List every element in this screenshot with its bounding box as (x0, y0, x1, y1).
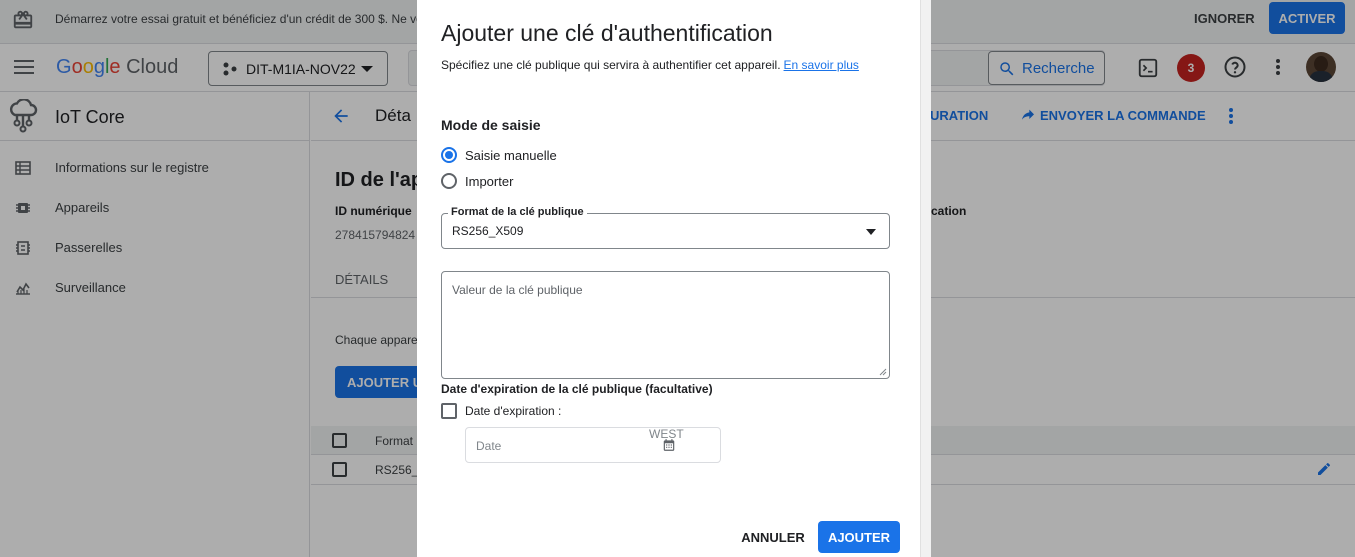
expiration-heading: Date d'expiration de la clé publique (fa… (441, 382, 713, 396)
date-placeholder: Date (476, 439, 502, 453)
learn-more-link[interactable]: En savoir plus (784, 58, 859, 72)
chevron-down-icon (866, 229, 876, 235)
dialog-subtitle: Spécifiez une clé publique qui servira à… (441, 58, 859, 72)
public-key-textarea[interactable]: Valeur de la clé publique (441, 271, 890, 379)
cancel-button[interactable]: ANNULER (727, 522, 819, 552)
radio-import[interactable]: Importer (441, 173, 641, 193)
expiration-date-input[interactable]: Date WEST (465, 427, 721, 463)
public-key-placeholder: Valeur de la clé publique (452, 283, 583, 297)
radio-unselected-icon (441, 173, 457, 189)
dialog-scrollbar[interactable] (920, 0, 931, 557)
expiration-checkbox-label: Date d'expiration : (465, 404, 562, 418)
dialog-title: Ajouter une clé d'authentification (441, 20, 773, 46)
calendar-icon[interactable] (662, 438, 676, 452)
add-button[interactable]: AJOUTER (818, 521, 900, 553)
key-format-value: RS256_X509 (452, 224, 524, 238)
resize-handle-icon[interactable] (879, 368, 887, 376)
expiration-checkbox[interactable] (441, 403, 457, 419)
key-format-legend: Format de la clé publique (448, 206, 587, 218)
input-mode-heading: Mode de saisie (441, 117, 541, 133)
radio-selected-icon (441, 147, 457, 163)
add-auth-key-dialog: Ajouter une clé d'authentification Spéci… (417, 0, 920, 557)
radio-manual-entry[interactable]: Saisie manuelle (441, 147, 641, 167)
radio-manual-label: Saisie manuelle (465, 148, 557, 163)
radio-import-label: Importer (465, 174, 514, 189)
key-format-select[interactable]: Format de la clé publique RS256_X509 (441, 206, 890, 249)
